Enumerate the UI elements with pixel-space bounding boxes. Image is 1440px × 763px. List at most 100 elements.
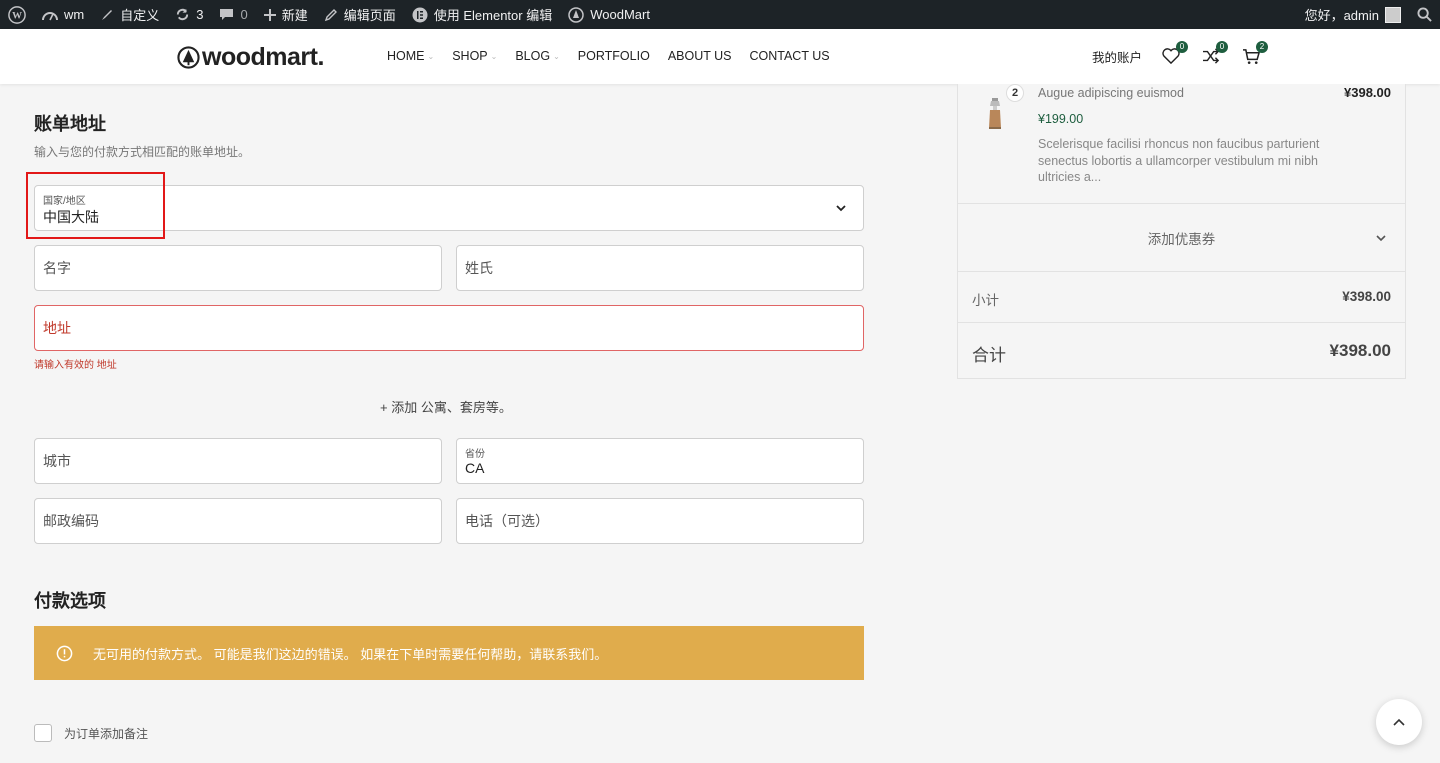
nav-about-label: ABOUT US xyxy=(667,49,732,63)
total-label: 合计 xyxy=(972,346,1006,365)
state-field[interactable]: 省份 CA xyxy=(456,438,864,484)
search-icon xyxy=(1417,7,1432,22)
nav-portfolio-label: PORTFOLIO xyxy=(577,49,650,63)
comments-count: 0 xyxy=(240,7,248,22)
svg-text:W: W xyxy=(12,10,22,21)
postcode-placeholder: 邮政编码 xyxy=(43,513,99,529)
nav-about[interactable]: ABOUT US xyxy=(668,49,732,63)
nav-home[interactable]: HOME ⌄ xyxy=(387,49,434,63)
payment-title: 付款选项 xyxy=(34,591,106,611)
nav-shop[interactable]: SHOP ⌄ xyxy=(452,49,497,63)
product-quantity-badge: 2 xyxy=(1006,84,1024,102)
chevron-down-icon: ⌄ xyxy=(427,51,435,61)
site-name: wm xyxy=(64,7,85,22)
wishlist-count: 0 xyxy=(1176,41,1189,53)
main-nav: HOME ⌄ SHOP ⌄ BLOG ⌄ PORTFOLIO ABOUT US CON… xyxy=(387,49,848,63)
phone-field[interactable]: 电话（可选） xyxy=(456,498,864,544)
coupon-label: 添加优惠券 xyxy=(1147,231,1216,247)
state-value: CA xyxy=(465,460,485,476)
chevron-down-icon: ⌄ xyxy=(553,51,560,61)
product-thumbnail xyxy=(989,98,1001,129)
product-line-total: ¥398.00 xyxy=(1344,85,1391,100)
city-placeholder: 城市 xyxy=(43,453,71,469)
subtotal-value: ¥398.00 xyxy=(1342,289,1391,304)
pencil-icon xyxy=(324,8,337,21)
edit-page-link[interactable]: 编辑页面 xyxy=(316,0,404,29)
payment-notice: 无可用的付款方式。 可能是我们这边的错误。 如果在下单时需要任何帮助，请联系我们… xyxy=(34,626,864,680)
city-field[interactable]: 城市 xyxy=(34,438,442,484)
plus-icon xyxy=(263,8,276,21)
chevron-down-icon xyxy=(836,205,846,212)
first-name-placeholder: 名字 xyxy=(43,260,71,276)
account-menu[interactable]: 您好，admin xyxy=(1297,0,1409,29)
site-header: woodmart. HOME ⌄ SHOP ⌄ BLOG ⌄ PORTFOLIO AB… xyxy=(0,29,1440,84)
customize-link[interactable]: 自定义 xyxy=(92,0,167,29)
postcode-field[interactable]: 邮政编码 xyxy=(34,498,442,544)
billing-subtitle: 输入与您的付款方式相匹配的账单地址。 xyxy=(34,145,251,159)
wordpress-logo-icon[interactable]: W xyxy=(0,0,34,29)
avatar xyxy=(1385,6,1401,23)
total-value: ¥398.00 xyxy=(1329,341,1391,360)
woodmart-theme-link[interactable]: WoodMart xyxy=(560,0,658,29)
my-account-link[interactable]: 我的账户 xyxy=(1092,47,1142,66)
refresh-icon xyxy=(177,8,189,21)
compare-button[interactable]: 0 xyxy=(1200,41,1229,67)
order-note-checkbox[interactable] xyxy=(34,724,52,742)
dashboard-icon xyxy=(42,11,58,20)
first-name-field[interactable]: 名字 xyxy=(34,245,442,291)
product-name: Augue adipiscing euismod xyxy=(1038,86,1184,100)
updates-count: 3 xyxy=(196,7,204,22)
new-label: 新建 xyxy=(281,8,308,23)
subtotal-label: 小计 xyxy=(972,293,999,308)
comment-icon xyxy=(220,8,234,20)
logo-text: woodmart. xyxy=(202,43,324,71)
new-content-link[interactable]: 新建 xyxy=(256,0,316,29)
brush-icon xyxy=(102,9,113,20)
customize-label: 自定义 xyxy=(120,8,160,23)
last-name-field[interactable]: 姓氏 xyxy=(456,245,864,291)
nav-contact[interactable]: CONTACT US xyxy=(749,49,829,63)
cart-button[interactable]: 2 xyxy=(1240,41,1269,67)
wp-admin-bar: W wm 自定义 3 0 新建 编辑页面 使用 Elementor 编辑 Woo… xyxy=(0,0,1440,29)
adminbar-search[interactable] xyxy=(1409,0,1440,29)
add-coupon-toggle[interactable]: 添加优惠券 xyxy=(958,204,1405,271)
woodmart-label: WoodMart xyxy=(590,7,650,22)
order-note-toggle[interactable]: 为订单添加备注 xyxy=(34,724,148,742)
woodmart-icon xyxy=(568,6,584,23)
address-field[interactable]: 地址 xyxy=(34,305,864,351)
greeting: 您好，admin xyxy=(1304,8,1379,23)
chevron-down-icon xyxy=(1376,235,1386,242)
country-select[interactable]: 国家/地区 中国大陆 xyxy=(34,185,864,231)
address-error-message: 请输入有效的 地址 xyxy=(34,360,117,371)
scroll-to-top-button[interactable] xyxy=(1376,699,1422,745)
elementor-edit-link[interactable]: 使用 Elementor 编辑 xyxy=(404,0,560,29)
site-name-menu[interactable]: wm xyxy=(34,0,92,29)
last-name-placeholder: 姓氏 xyxy=(465,260,493,276)
country-label: 国家/地区 xyxy=(43,196,86,207)
order-note-label: 为订单添加备注 xyxy=(64,726,149,741)
nav-home-label: HOME xyxy=(387,49,425,63)
comments-link[interactable]: 0 xyxy=(211,0,255,29)
product-description: Scelerisque facilisi rhoncus non faucibu… xyxy=(1038,137,1320,184)
add-apartment-link[interactable]: + 添加 公寓、套房等。 xyxy=(380,397,512,416)
compare-count: 0 xyxy=(1216,41,1229,53)
nav-blog[interactable]: BLOG ⌄ xyxy=(515,49,559,63)
state-label: 省份 xyxy=(465,449,485,460)
order-summary: 2 Augue adipiscing euismod ¥398.00 ¥199.… xyxy=(957,84,1406,379)
logo-tree-icon xyxy=(177,46,200,69)
chevron-up-icon xyxy=(1393,718,1405,726)
updates-link[interactable]: 3 xyxy=(167,0,211,29)
country-value: 中国大陆 xyxy=(43,209,99,225)
chevron-down-icon: ⌄ xyxy=(490,51,498,61)
elementor-label: 使用 Elementor 编辑 xyxy=(433,8,553,23)
site-logo[interactable]: woodmart. xyxy=(177,43,324,72)
divider xyxy=(958,271,1405,272)
address-placeholder: 地址 xyxy=(43,320,71,336)
nav-contact-label: CONTACT US xyxy=(749,49,830,63)
divider xyxy=(958,322,1405,323)
nav-shop-label: SHOP xyxy=(452,49,488,63)
nav-portfolio[interactable]: PORTFOLIO xyxy=(578,49,650,63)
payment-notice-text: 无可用的付款方式。 可能是我们这边的错误。 如果在下单时需要任何帮助，请联系我们… xyxy=(93,646,608,662)
phone-placeholder: 电话（可选） xyxy=(465,513,549,529)
wishlist-button[interactable]: 0 xyxy=(1160,41,1189,67)
